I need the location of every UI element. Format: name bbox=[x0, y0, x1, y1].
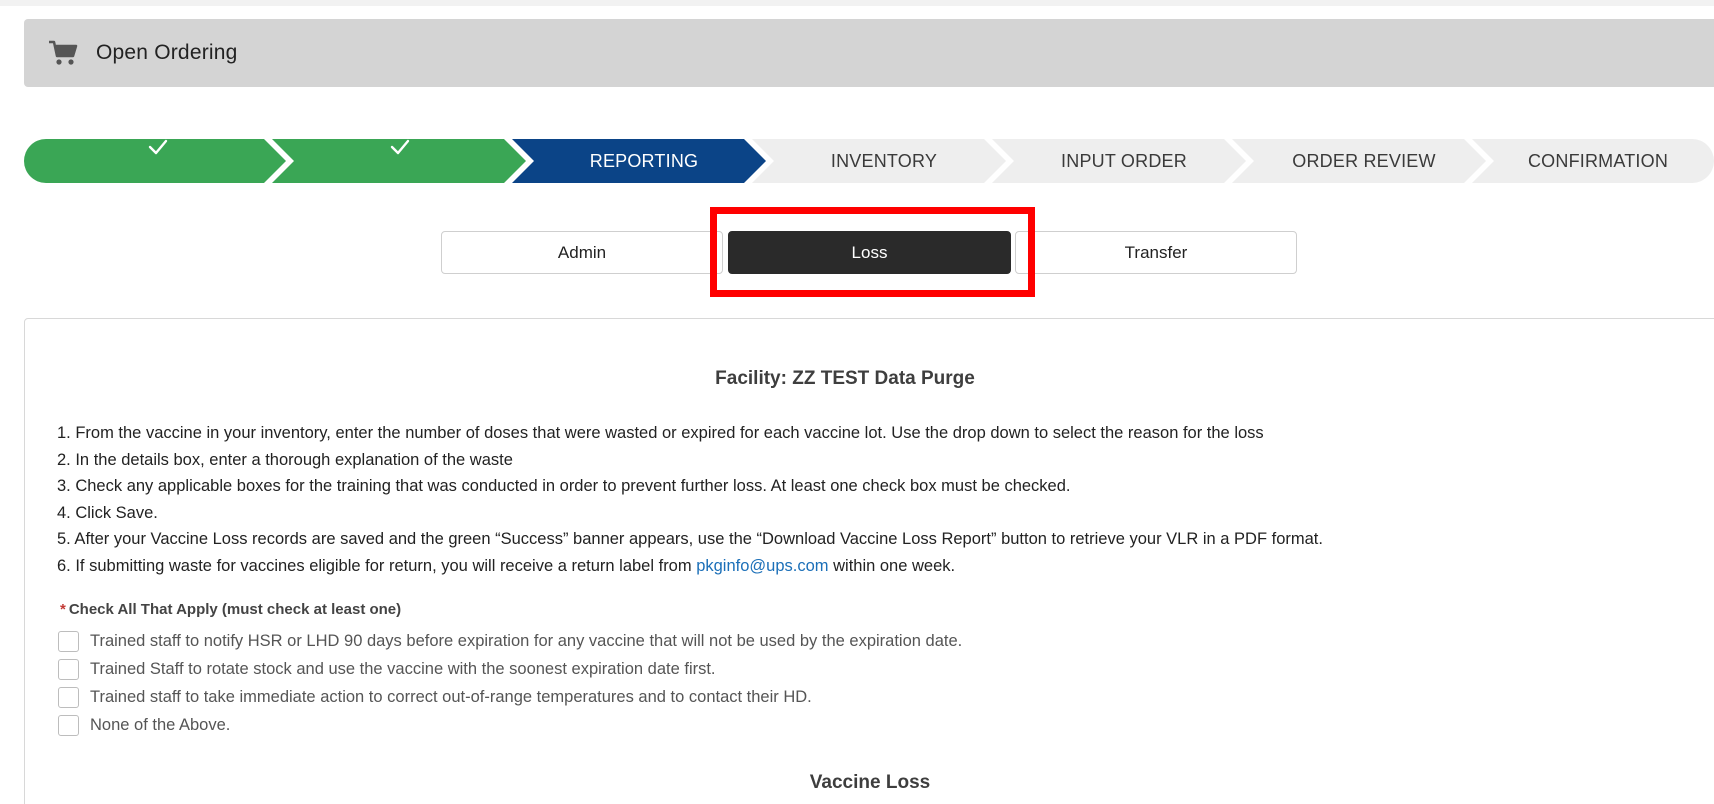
check-label-rotate: Trained Staff to rotate stock and use th… bbox=[90, 659, 716, 678]
instruction-1: 1. From the vaccine in your inventory, e… bbox=[57, 424, 1264, 442]
check-row-temperature[interactable]: Trained staff to take immediate action t… bbox=[58, 686, 812, 708]
instruction-2: 2. In the details box, enter a thorough … bbox=[57, 450, 513, 469]
ups-email-link[interactable]: pkginfo@ups.com bbox=[696, 557, 828, 575]
instruction-3: 3. Check any applicable boxes for the tr… bbox=[57, 477, 1071, 495]
tab-loss[interactable]: Loss bbox=[728, 231, 1011, 274]
instructions-list: 1. From the vaccine in your inventory, e… bbox=[57, 420, 1617, 579]
required-mark: * bbox=[60, 601, 66, 618]
instruction-5: 5. After your Vaccine Loss records are s… bbox=[57, 530, 1323, 548]
check-row-none[interactable]: None of the Above. bbox=[58, 714, 230, 736]
progress-stepper: REPORTING INVENTORY INPUT ORDER ORDER RE… bbox=[24, 139, 1714, 183]
page-title: Open Ordering bbox=[96, 41, 238, 64]
step-reporting[interactable]: REPORTING bbox=[522, 139, 766, 183]
check-row-notify[interactable]: Trained staff to notify HSR or LHD 90 da… bbox=[58, 630, 962, 652]
tab-admin[interactable]: Admin bbox=[441, 231, 723, 274]
page: Open Ordering REPORTING INVENTORY INPUT … bbox=[0, 0, 1714, 804]
check-label-temperature: Trained staff to take immediate action t… bbox=[90, 687, 812, 706]
instruction-6-text: 6. If submitting waste for vaccines elig… bbox=[57, 556, 697, 575]
check-row-rotate[interactable]: Trained Staff to rotate stock and use th… bbox=[58, 658, 716, 680]
checks-heading: * Check All That Apply (must check at lea… bbox=[60, 601, 401, 618]
step-order-review[interactable]: ORDER REVIEW bbox=[1242, 139, 1486, 183]
app-header: Open Ordering bbox=[24, 19, 1714, 87]
instruction-6: 6. If submitting waste for vaccines elig… bbox=[57, 553, 1617, 580]
step-input-order[interactable]: INPUT ORDER bbox=[1002, 139, 1246, 183]
checkbox-notify[interactable] bbox=[58, 630, 79, 652]
instruction-6-suffix: within one week. bbox=[828, 556, 956, 575]
step-2-check-icon bbox=[390, 139, 410, 155]
checks-heading-text: Check All That Apply (must check at leas… bbox=[68, 601, 402, 618]
cart-icon bbox=[49, 40, 78, 65]
step-1-check-icon bbox=[148, 139, 168, 155]
facility-title: Facility: ZZ TEST Data Purge bbox=[715, 368, 975, 389]
step-inventory[interactable]: INVENTORY bbox=[762, 139, 1006, 183]
check-label-notify: Trained staff to notify HSR or LHD 90 da… bbox=[90, 631, 963, 650]
tab-transfer[interactable]: Transfer bbox=[1015, 231, 1297, 274]
instruction-4: 4. Click Save. bbox=[57, 503, 158, 522]
vaccine-loss-title: Vaccine Loss bbox=[809, 772, 931, 793]
checkbox-none[interactable] bbox=[58, 714, 79, 736]
checkbox-rotate[interactable] bbox=[58, 658, 79, 680]
top-strip bbox=[0, 0, 1714, 6]
check-label-none: None of the Above. bbox=[90, 715, 231, 734]
step-confirmation[interactable]: CONFIRMATION bbox=[1482, 139, 1714, 183]
checkbox-temperature[interactable] bbox=[58, 686, 79, 708]
